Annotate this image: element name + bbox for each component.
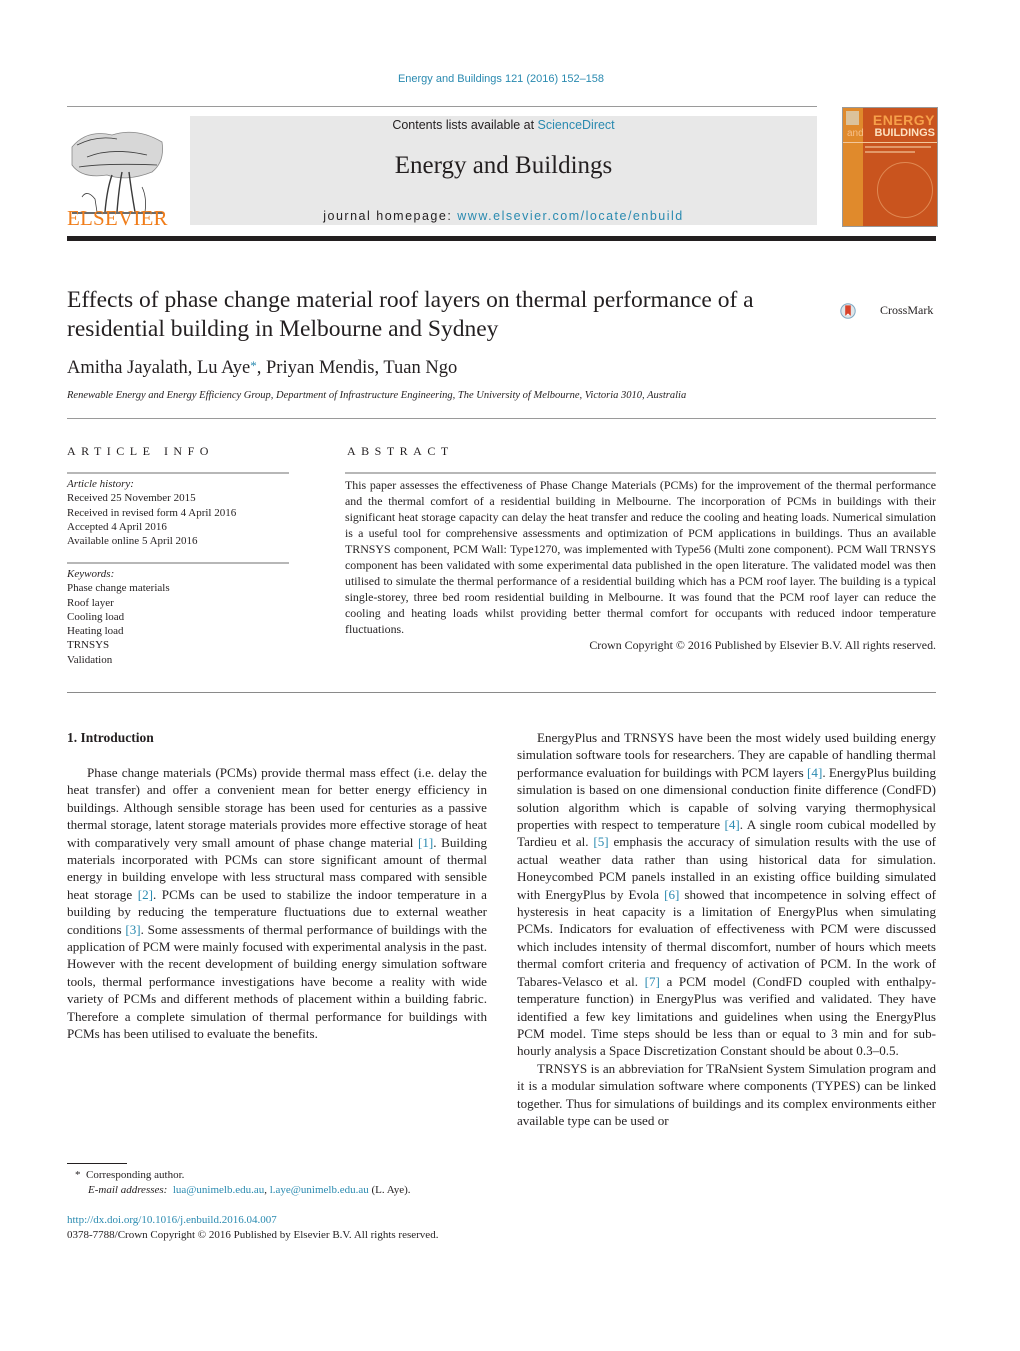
article-title: Effects of phase change material roof la… [67,287,754,342]
citation-link[interactable]: [7] [645,974,660,989]
article-info-rule [67,472,289,474]
history-item: Received in revised form 4 April 2016 [67,506,237,519]
cover-title-and: and [847,128,864,139]
corresponding-author-text: Corresponding author. [86,1169,185,1181]
journal-homepage: journal homepage: www.elsevier.com/locat… [190,209,817,223]
homepage-prefix: journal homepage: [323,209,458,223]
history-item: Received 25 November 2015 [67,492,196,505]
keywords-label: Keywords: [67,568,115,580]
title-divider [67,418,936,419]
citation-link[interactable]: [4] [807,765,822,780]
cover-title-energy: ENERGY [872,112,935,128]
keywords-rule [67,562,289,564]
keywords-list: Keywords: Phase change materials Roof la… [67,567,289,667]
keyword-item: Heating load [67,625,124,638]
cover-subtitle-line [865,146,931,148]
email-label: E-mail addresses: [88,1183,168,1196]
abstract-heading: ABSTRACT [347,444,454,458]
crossmark-icon[interactable] [840,291,880,331]
intro-paragraph-3: TRNSYS is an abbreviation for TRaNsient … [517,1060,936,1128]
keyword-item: TRNSYS [67,639,110,652]
journal-cover-image[interactable]: ENERGY and BUILDINGS [842,107,938,227]
history-label: Article history: [67,478,134,490]
contents-prefix: Contents lists available at [392,118,538,132]
homepage-link[interactable]: www.elsevier.com/locate/enbuild [457,209,683,223]
citation-link[interactable]: [2] [138,887,153,902]
corresponding-author-note: * Corresponding author. [67,1168,497,1183]
elsevier-wordmark: ELSEVIER [67,206,168,230]
authors-first: Amitha Jayalath, Lu Aye [67,358,251,378]
author-affiliation: Renewable Energy and Energy Efficiency G… [67,390,687,401]
doi-block: http://dx.doi.org/10.1016/j.enbuild.2016… [67,1213,497,1242]
journal-masthead: Contents lists available at ScienceDirec… [190,116,817,225]
masthead-thick-divider [67,236,936,241]
footnote-star: * [75,1169,81,1181]
sciencedirect-link[interactable]: ScienceDirect [538,118,615,132]
doi-link[interactable]: http://dx.doi.org/10.1016/j.enbuild.2016… [67,1213,497,1228]
email-addresses: E-mail addresses: lua@unimelb.edu.au, l.… [67,1183,497,1198]
cover-badge [846,111,859,125]
intro-paragraph-1: Phase change materials (PCMs) provide th… [67,764,487,1043]
abstract-rule [345,472,936,474]
citation-link[interactable]: [5] [593,834,608,849]
intro-paragraph-2: EnergyPlus and TRNSYS have been the most… [517,729,936,1060]
cover-title-buildings: BUILDINGS [874,127,936,139]
journal-title: Energy and Buildings [394,152,613,179]
journal-reference-link[interactable]: Energy and Buildings 121 (2016) 152–158 [0,73,1002,85]
keyword-item: Cooling load [67,610,125,623]
abstract-body: This paper assesses the effectiveness of… [345,477,936,653]
citation-link[interactable]: [3] [125,922,140,937]
keyword-item: Phase change materials [67,582,170,595]
abstract-copyright: Crown Copyright © 2016 Published by Else… [589,638,936,652]
body-column-right: EnergyPlus and TRNSYS have been the most… [517,729,936,1129]
email-suffix: (L. Aye). [368,1183,411,1196]
body-column-left: Phase change materials (PCMs) provide th… [67,764,487,1043]
abstract-divider [67,692,936,693]
article-info-heading: ARTICLE INFO [67,444,214,458]
cover-rule [843,142,937,143]
footnotes: * Corresponding author. E-mail addresses… [67,1168,497,1197]
crossmark-label[interactable]: CrossMark [880,303,933,318]
issn-copyright: 0378-7788/Crown Copyright © 2016 Publish… [67,1228,439,1241]
section-heading-introduction: 1. Introduction [67,730,154,745]
citation-link[interactable]: [4] [724,817,739,832]
text-run: . Some assessments of thermal performanc… [67,921,487,1042]
cover-subtitle-line [865,151,915,153]
citation-link[interactable]: [6] [664,887,679,902]
authors-rest: , Priyan Mendis, Tuan Ngo [256,358,458,378]
history-item: Available online 5 April 2016 [67,535,198,548]
email-link-2[interactable]: l.aye@unimelb.edu.au [270,1184,369,1196]
header-divider [67,106,817,107]
contents-availability: Contents lists available at ScienceDirec… [190,118,817,132]
cover-strip [843,108,863,226]
keyword-item: Validation [67,653,113,666]
abstract-paragraph: This paper assesses the effectiveness of… [345,478,936,636]
keyword-item: Roof layer [67,596,114,609]
footnote-rule [67,1163,127,1164]
article-history: Article history: Received 25 November 20… [67,477,289,548]
email-link-1[interactable]: lua@unimelb.edu.au [173,1184,264,1196]
author-list: Amitha Jayalath, Lu Aye*, Priyan Mendis,… [67,358,457,379]
history-item: Accepted 4 April 2016 [67,520,167,533]
citation-link[interactable]: [1] [418,835,433,850]
cover-graphic [877,162,933,218]
